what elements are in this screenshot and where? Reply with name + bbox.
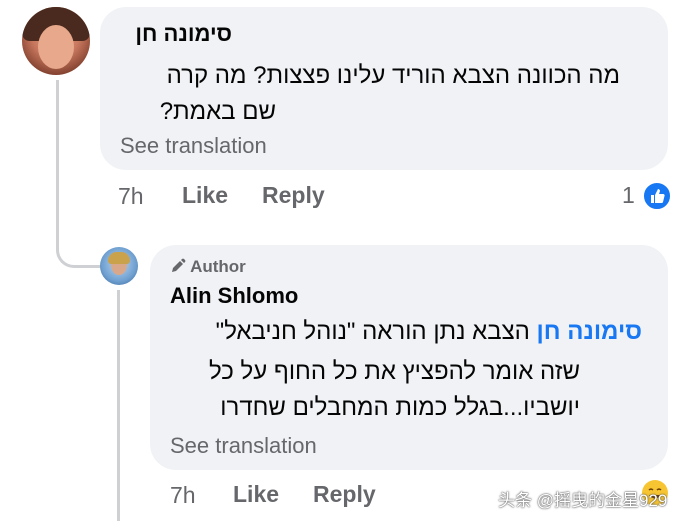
watermark-text: 头条 @摇曳的金星929 bbox=[498, 491, 668, 510]
avatar-face bbox=[38, 25, 74, 69]
comment-bubble: סימונה חן מה הכוונה הצבא הוריד עלינו פצצ… bbox=[100, 7, 668, 170]
reply-bubble: Author Alin Shlomo סימונה חן הצבא נתן הו… bbox=[150, 245, 668, 470]
thread-connector bbox=[56, 80, 103, 268]
reply-text-line1: סימונה חן הצבא נתן הוראה "נוהל חניבאל" bbox=[162, 315, 642, 349]
reply-avatar-hair bbox=[108, 252, 130, 264]
author-badge-label: Author bbox=[190, 257, 246, 276]
pencil-icon bbox=[172, 258, 186, 272]
reply-text-line3: יושביו...בגלל כמות המחבלים שחדרו bbox=[220, 394, 580, 421]
reply-reply-button[interactable]: Reply bbox=[313, 481, 376, 508]
comment-text-line2: שם באמת? bbox=[159, 98, 276, 125]
author-badge: Author bbox=[170, 257, 246, 277]
thumbs-up-glyph bbox=[651, 189, 665, 203]
avatar[interactable] bbox=[22, 7, 90, 75]
reply-like-button[interactable]: Like bbox=[233, 481, 279, 508]
comment-timestamp[interactable]: 7h bbox=[118, 183, 144, 210]
reply-author-name[interactable]: Alin Shlomo bbox=[170, 283, 298, 309]
reply-timestamp[interactable]: 7h bbox=[170, 482, 196, 509]
thumbs-up-icon[interactable] bbox=[642, 181, 672, 211]
reply-avatar[interactable] bbox=[100, 247, 138, 285]
reaction-count[interactable]: 1 bbox=[622, 182, 635, 209]
reply-button[interactable]: Reply bbox=[262, 182, 325, 209]
reply-see-translation-link[interactable]: See translation bbox=[170, 433, 317, 459]
reply-text-line2: שזה אומר להפציץ את כל החוף על כל bbox=[209, 358, 580, 385]
thread-line-lower bbox=[117, 290, 120, 521]
comment-text-line1: מה הכוונה הצבא הוריד עלינו פצצות? מה קרה bbox=[166, 62, 620, 89]
see-translation-link[interactable]: See translation bbox=[120, 133, 267, 159]
comment-author-name[interactable]: סימונה חן bbox=[135, 21, 232, 47]
like-button[interactable]: Like bbox=[182, 182, 228, 209]
mention-link[interactable]: סימונה חן bbox=[537, 318, 642, 345]
reply-text-line1-rest: הצבא נתן הוראה "נוהל חניבאל" bbox=[215, 318, 537, 345]
